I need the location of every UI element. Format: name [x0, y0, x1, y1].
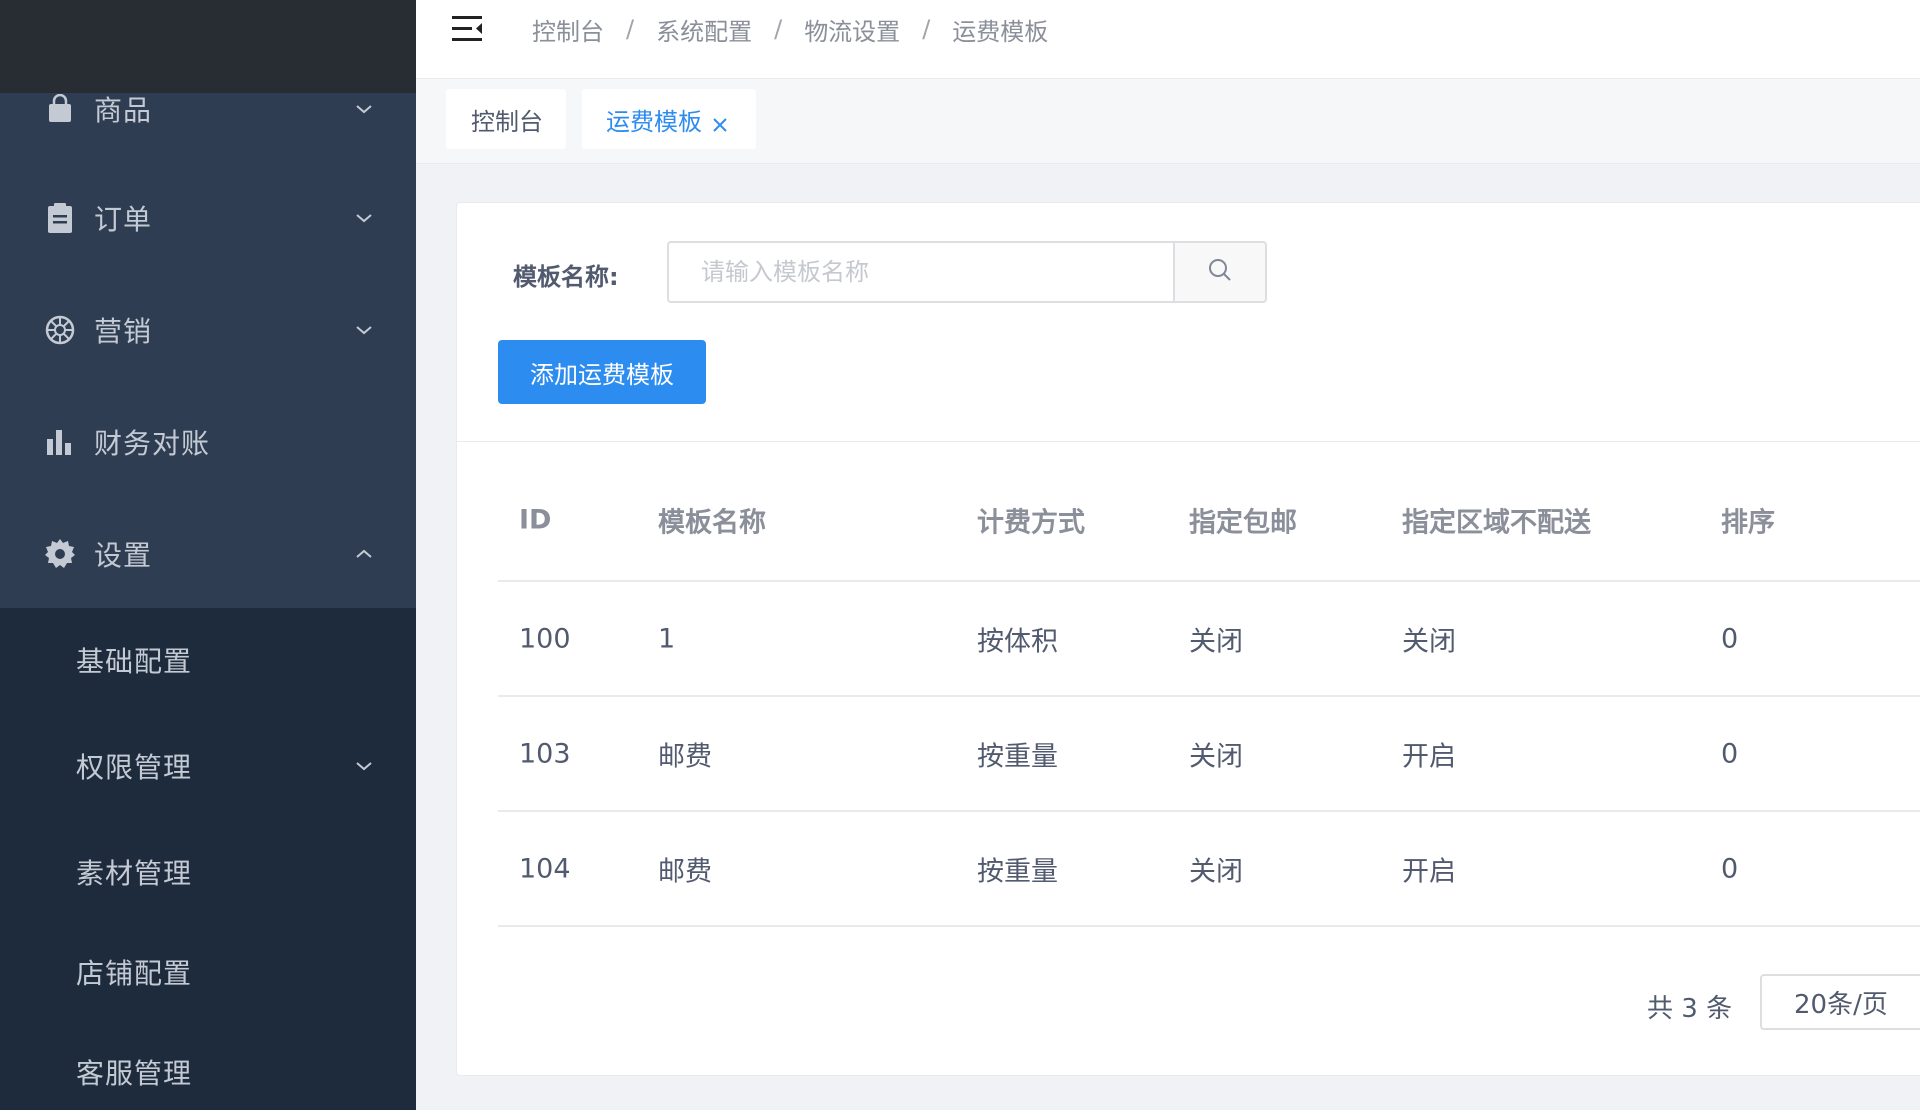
sidebar: 商品 订单 营销 财务对账 设置 基础配置 权限管理 素材管理 店铺配置 客服管…	[0, 0, 416, 1110]
submenu-item-label: 素材管理	[76, 857, 193, 890]
breadcrumb-separator: /	[626, 15, 635, 43]
cell-free-shipping: 关闭	[1189, 856, 1243, 887]
submenu-item-label: 店铺配置	[76, 957, 193, 990]
submenu-item-label: 权限管理	[76, 751, 193, 784]
column-header-billing-method: 计费方式	[977, 507, 1085, 538]
submenu-item-permissions[interactable]: 权限管理	[0, 716, 416, 816]
sidebar-item-settings[interactable]: 设置	[0, 498, 416, 610]
chevron-down-icon	[352, 97, 376, 121]
settings-submenu: 基础配置 权限管理 素材管理 店铺配置 客服管理	[0, 608, 416, 1110]
cell-template-name: 邮费	[658, 741, 712, 772]
cell-template-name: 1	[658, 623, 676, 654]
breadcrumb-item[interactable]: 系统配置	[656, 12, 752, 47]
chevron-up-icon	[352, 542, 376, 566]
cell-billing-method: 按重量	[977, 741, 1058, 772]
submenu-item-label: 基础配置	[76, 645, 193, 678]
page-size-select[interactable]: 20条/页	[1760, 974, 1920, 1030]
sidebar-logo-area	[0, 0, 416, 93]
tab-label: 控制台	[471, 107, 543, 136]
sidebar-item-label: 营销	[94, 315, 153, 348]
search-button[interactable]	[1173, 241, 1267, 303]
cell-id: 103	[519, 738, 571, 769]
submenu-item-label: 客服管理	[76, 1057, 193, 1090]
cell-template-name: 邮费	[658, 856, 712, 887]
bag-icon	[42, 91, 78, 127]
gear-icon	[42, 536, 78, 572]
aperture-icon	[42, 312, 78, 348]
column-header-template-name: 模板名称	[658, 507, 766, 538]
sidebar-item-label: 订单	[94, 203, 153, 236]
top-header: 控制台 / 系统配置 / 物流设置 / 运费模板	[416, 0, 1920, 79]
cell-sort: 0	[1721, 853, 1739, 884]
sidebar-item-finance[interactable]: 财务对账	[0, 386, 416, 498]
column-header-sort: 排序	[1721, 507, 1775, 538]
sidebar-item-label: 商品	[94, 94, 153, 127]
breadcrumb-item: 运费模板	[952, 17, 1049, 46]
cell-no-delivery-area: 开启	[1402, 741, 1456, 772]
submenu-item-customer-service[interactable]: 客服管理	[0, 1022, 416, 1110]
sidebar-item-label: 设置	[94, 539, 153, 572]
cell-free-shipping: 关闭	[1189, 741, 1243, 772]
chevron-down-icon	[352, 206, 376, 230]
table-header-row: ID 模板名称 计费方式 指定包邮 指定区域不配送 排序	[498, 459, 1920, 582]
breadcrumb-separator: /	[922, 15, 931, 43]
cell-billing-method: 按体积	[977, 626, 1058, 657]
tabs-bar: 控制台 运费模板	[416, 79, 1920, 164]
cell-no-delivery-area: 关闭	[1402, 626, 1456, 657]
chevron-down-icon	[352, 318, 376, 342]
cell-free-shipping: 关闭	[1189, 626, 1243, 657]
close-icon[interactable]	[712, 111, 728, 132]
column-header-no-delivery-area: 指定区域不配送	[1402, 507, 1591, 538]
divider	[457, 441, 1920, 442]
shipping-template-table: ID 模板名称 计费方式 指定包邮 指定区域不配送 排序 100 1 按体积 关…	[498, 459, 1920, 927]
clipboard-icon	[42, 200, 78, 236]
column-header-id: ID	[519, 504, 552, 535]
submenu-item-store-config[interactable]: 店铺配置	[0, 922, 416, 1022]
chevron-down-icon	[352, 754, 376, 778]
content-card: 模板名称: 添加运费模板 ID 模板名称 计费方式 指定包邮 指定区域不配送 排…	[456, 202, 1920, 1076]
cell-no-delivery-area: 开启	[1402, 856, 1456, 887]
add-shipping-template-button[interactable]: 添加运费模板	[498, 340, 706, 404]
tab-shipping-template[interactable]: 运费模板	[582, 89, 756, 149]
sidebar-item-marketing[interactable]: 营销	[0, 274, 416, 386]
table-row: 104 邮费 按重量 关闭 开启 0	[498, 812, 1920, 927]
sidebar-item-orders[interactable]: 订单	[0, 162, 416, 274]
pagination-total: 共 3 条	[1647, 994, 1733, 1024]
cell-id: 100	[519, 623, 571, 654]
cell-id: 104	[519, 853, 571, 884]
table-row: 100 1 按体积 关闭 关闭 0	[498, 582, 1920, 697]
template-name-input[interactable]	[699, 257, 1163, 287]
menu-collapse-icon[interactable]	[450, 12, 486, 46]
breadcrumb: 控制台 / 系统配置 / 物流设置 / 运费模板	[532, 12, 1048, 46]
column-header-free-shipping: 指定包邮	[1189, 507, 1297, 538]
bar-chart-icon	[42, 424, 78, 460]
breadcrumb-item[interactable]: 物流设置	[804, 12, 900, 47]
cell-sort: 0	[1721, 738, 1739, 769]
search-box	[667, 241, 1173, 303]
cell-sort: 0	[1721, 623, 1739, 654]
page-size-value: 20条/页	[1794, 989, 1888, 1020]
breadcrumb-item[interactable]: 控制台	[532, 12, 604, 47]
breadcrumb-separator: /	[774, 15, 783, 43]
tab-label: 运费模板	[606, 107, 702, 136]
search-icon	[1207, 257, 1233, 287]
tab-dashboard[interactable]: 控制台	[446, 89, 566, 149]
filter-label: 模板名称:	[513, 263, 619, 291]
cell-billing-method: 按重量	[977, 856, 1058, 887]
table-row: 103 邮费 按重量 关闭 开启 0	[498, 697, 1920, 812]
submenu-item-basic-config[interactable]: 基础配置	[0, 610, 416, 710]
submenu-item-materials[interactable]: 素材管理	[0, 822, 416, 922]
sidebar-item-label: 财务对账	[94, 427, 211, 460]
